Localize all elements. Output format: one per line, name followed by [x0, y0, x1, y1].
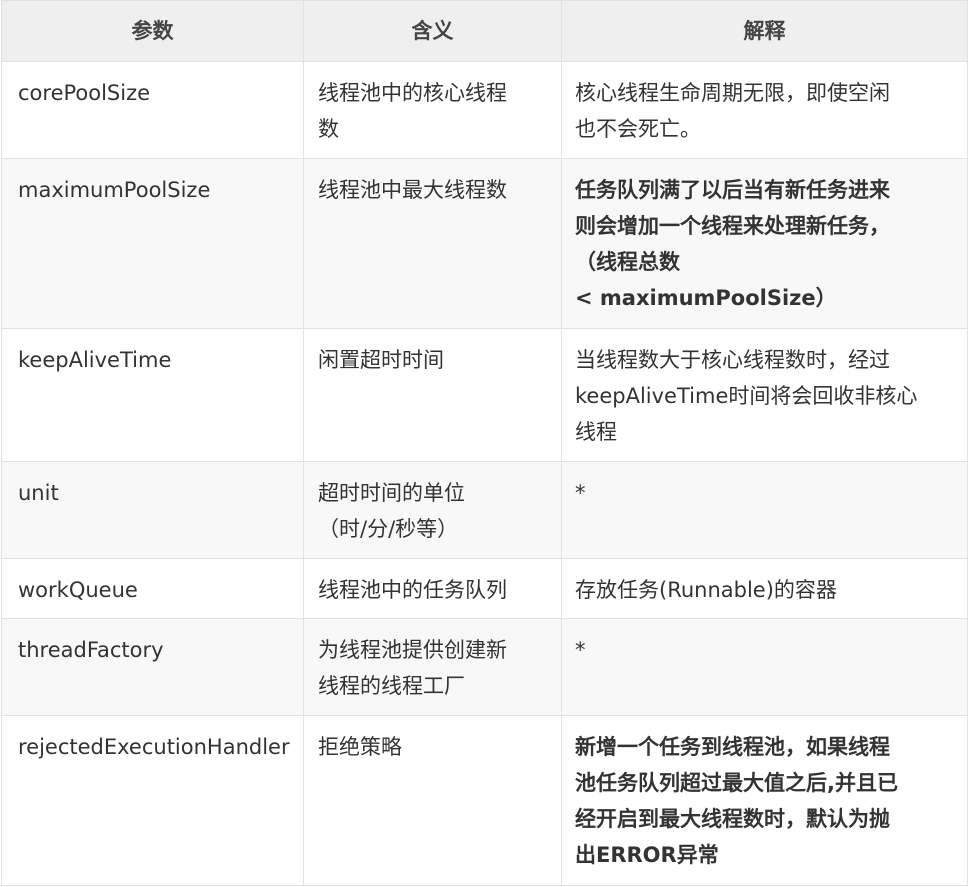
- header-explanation: 解释: [561, 0, 968, 62]
- param-explanation-cell: 核心线程生命周期无限，即使空闲 也不会死亡。: [561, 61, 968, 159]
- explanation-line: 经开启到最大线程数时，默认为抛: [575, 807, 890, 831]
- header-meaning: 含义: [303, 0, 562, 62]
- param-name-cell: workQueue: [1, 558, 304, 619]
- param-meaning-cell: 线程池中的核心线程数: [303, 61, 562, 159]
- table-row: corePoolSize 线程池中的核心线程数核心线程生命周期无限，即使空闲 也不会…: [1, 61, 968, 159]
- explanation-line: 则会增加一个线程来处理新任务，: [575, 214, 890, 238]
- param-name-cell: unit: [1, 461, 304, 559]
- explanation-line: keepAliveTime时间将会回收非核心: [575, 384, 918, 408]
- param-explanation-cell: 新增一个任务到线程池，如果线程 池任务队列超过最大值之后,并且已 经开启到最大线程数…: [561, 715, 968, 886]
- table-row: maximumPoolSize 线程池中最大线程数 任务队列满了以后当有新任务进来则…: [1, 158, 968, 329]
- explanation-line: 任务队列满了以后当有新任务进来: [575, 178, 890, 202]
- explanation-line: （线程总数: [575, 250, 680, 274]
- explanation-line: < maximumPoolSize）: [575, 286, 837, 310]
- param-name-cell: rejectedExecutionHandler: [1, 715, 304, 886]
- meaning-line: 线程池中的任务队列: [318, 578, 507, 602]
- table-body: corePoolSize 线程池中的核心线程数核心线程生命周期无限，即使空闲 也不会…: [1, 61, 968, 886]
- header-param: 参数: [1, 0, 304, 62]
- explanation-line: 当线程数大于核心线程数时，经过: [575, 348, 890, 372]
- param-explanation-cell: 当线程数大于核心线程数时，经过 keepAliveTime时间将会回收非核心 线程: [561, 328, 968, 462]
- explanation-line: 出ERROR异常: [575, 843, 719, 867]
- table-row: rejectedExecutionHandler 拒绝策略 新增一个任务到线程池，如…: [1, 715, 968, 886]
- table-row: keepAliveTime 闲置超时时间 当线程数大于核心线程数时，经过 keepAl…: [1, 328, 968, 462]
- explanation-line: 存放任务(Runnable)的容器: [575, 578, 837, 602]
- table-header: 参数 含义 解释: [1, 0, 968, 62]
- param-explanation-cell: *: [561, 461, 968, 559]
- meaning-line: 为线程池提供创建新: [318, 638, 507, 662]
- meaning-line: 线程池中的核心线程: [318, 81, 507, 105]
- meaning-line: 拒绝策略: [318, 735, 402, 759]
- table-row: threadFactory 为线程池提供创建新 线程的线程工厂 *: [1, 618, 968, 716]
- explanation-line: 也不会死亡。: [575, 117, 701, 141]
- param-name-cell: keepAliveTime: [1, 328, 304, 462]
- table-row: unit 超时时间的单位 （时/分/秒等） *: [1, 461, 968, 559]
- param-meaning-cell: 线程池中的任务队列: [303, 558, 562, 619]
- param-explanation-cell: 任务队列满了以后当有新任务进来 则会增加一个线程来处理新任务， （线程总数 < max…: [561, 158, 968, 329]
- meaning-line: 线程池中最大线程数: [318, 178, 507, 202]
- meaning-line: 数: [318, 117, 339, 141]
- explanation-line: *: [575, 481, 586, 505]
- explanation-line: 核心线程生命周期无限，即使空闲: [575, 81, 890, 105]
- meaning-line: 闲置超时时间: [318, 348, 444, 372]
- explanation-line: *: [575, 638, 586, 662]
- thread-pool-params-table: 参数 含义 解释 corePoolSize 线程池中的核心线程数核心线程生命周期无…: [1, 0, 968, 886]
- header-row: 参数 含义 解释: [1, 0, 968, 62]
- param-name-cell: maximumPoolSize: [1, 158, 304, 329]
- param-meaning-cell: 闲置超时时间: [303, 328, 562, 462]
- param-meaning-cell: 超时时间的单位 （时/分/秒等）: [303, 461, 562, 559]
- table-row: workQueue 线程池中的任务队列 存放任务(Runnable)的容器: [1, 558, 968, 619]
- meaning-line: （时/分/秒等）: [318, 517, 459, 541]
- param-meaning-cell: 为线程池提供创建新 线程的线程工厂: [303, 618, 562, 716]
- param-explanation-cell: *: [561, 618, 968, 716]
- param-name-cell: corePoolSize: [1, 61, 304, 159]
- param-explanation-cell: 存放任务(Runnable)的容器: [561, 558, 968, 619]
- param-meaning-cell: 拒绝策略: [303, 715, 562, 886]
- meaning-line: 超时时间的单位: [318, 481, 465, 505]
- meaning-line: 线程的线程工厂: [318, 674, 465, 698]
- param-name-cell: threadFactory: [1, 618, 304, 716]
- explanation-line: 池任务队列超过最大值之后,并且已: [575, 771, 898, 795]
- explanation-line: 线程: [575, 420, 617, 444]
- param-meaning-cell: 线程池中最大线程数: [303, 158, 562, 329]
- explanation-line: 新增一个任务到线程池，如果线程: [575, 735, 890, 759]
